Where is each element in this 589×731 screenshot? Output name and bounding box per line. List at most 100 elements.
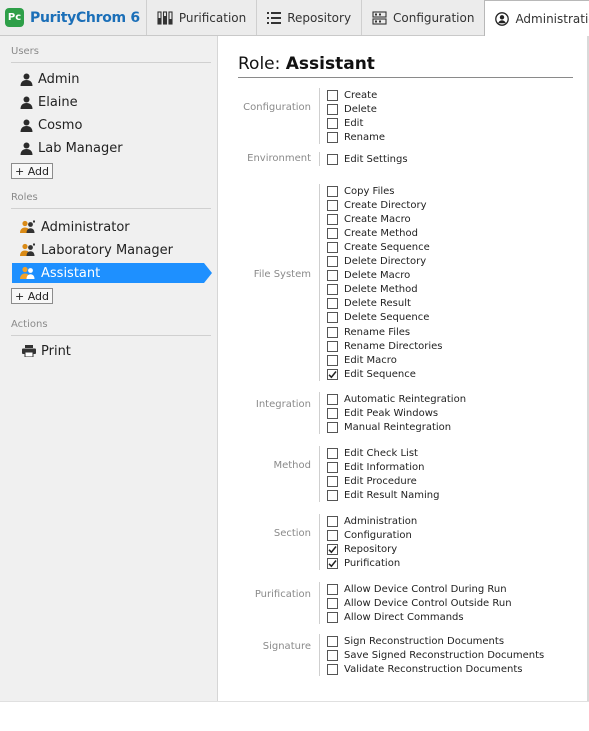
permission-label: Delete	[344, 103, 377, 115]
sidebar-item-user-admin[interactable]: Admin	[20, 69, 79, 89]
checkbox-unchecked[interactable]	[327, 227, 338, 239]
page-title: Role: Assistant	[238, 54, 375, 74]
permission-checkbox-row[interactable]: Edit Check List	[327, 446, 418, 460]
permission-checkbox-row[interactable]: Delete Sequence	[327, 311, 429, 325]
permission-checkbox-row[interactable]: Delete Macro	[327, 269, 410, 283]
printer-icon	[22, 345, 36, 357]
permission-checkbox-row[interactable]: Create	[327, 88, 377, 102]
permission-checkbox-row[interactable]: Purification	[327, 556, 400, 570]
permission-label: Administration	[344, 515, 418, 527]
permission-checkbox-row[interactable]: Delete Result	[327, 297, 411, 311]
permission-checkbox-row[interactable]: Configuration	[327, 528, 412, 542]
checkbox-unchecked[interactable]	[327, 326, 338, 338]
permission-checkbox-row[interactable]: Edit Macro	[327, 353, 397, 367]
checkbox-unchecked[interactable]	[327, 241, 338, 253]
checkbox-unchecked[interactable]	[327, 663, 338, 675]
divider	[11, 208, 211, 209]
permission-checkbox-row[interactable]: Repository	[327, 542, 397, 556]
permission-checkbox-row[interactable]: Edit Procedure	[327, 474, 417, 488]
checkbox-unchecked[interactable]	[327, 117, 338, 129]
permission-checkbox-row[interactable]: Create Method	[327, 226, 418, 240]
top-tab-bar: Pc PurityChrom 6 Purification Repository…	[0, 0, 589, 37]
tab-repository[interactable]: Repository	[256, 0, 361, 35]
permission-checkbox-row[interactable]: Manual Reintegration	[327, 420, 451, 434]
checkbox-unchecked[interactable]	[327, 340, 338, 352]
tab-purification[interactable]: Purification	[145, 0, 256, 35]
checkbox-unchecked[interactable]	[327, 270, 338, 282]
permission-checkbox-row[interactable]: Edit Information	[327, 460, 424, 474]
permission-checkbox-row[interactable]: Create Directory	[327, 198, 427, 212]
checkbox-unchecked[interactable]	[327, 354, 338, 366]
permission-checkbox-row[interactable]: Administration	[327, 514, 417, 528]
permission-checkbox-row[interactable]: Rename Files	[327, 325, 410, 339]
add-user-button[interactable]: + Add	[11, 163, 54, 179]
sidebar-item-role-administrator[interactable]: Administrator	[20, 217, 130, 237]
checkbox-unchecked[interactable]	[327, 515, 338, 527]
checkbox-unchecked[interactable]	[327, 298, 338, 310]
add-role-button[interactable]: + Add	[11, 288, 54, 304]
permission-checkbox-row[interactable]: Automatic Reintegration	[327, 392, 466, 406]
permission-checkbox-row[interactable]: Create Sequence	[327, 240, 430, 254]
checkbox-unchecked[interactable]	[327, 407, 338, 419]
checkbox-unchecked[interactable]	[327, 131, 338, 143]
sidebar-item-user-cosmo[interactable]: Cosmo	[20, 115, 82, 135]
permission-checkbox-row[interactable]: Allow Device Control Outside Run	[327, 596, 512, 610]
checkbox-unchecked[interactable]	[327, 284, 338, 296]
checkbox-unchecked[interactable]	[327, 461, 338, 473]
checkbox-unchecked[interactable]	[327, 649, 338, 661]
checkbox-unchecked[interactable]	[327, 529, 338, 541]
checkbox-unchecked[interactable]	[327, 185, 338, 197]
permission-checkbox-row[interactable]: Save Signed Reconstruction Documents	[327, 648, 544, 662]
checkbox-unchecked[interactable]	[327, 597, 338, 609]
checkbox-unchecked[interactable]	[327, 583, 338, 595]
print-action[interactable]: Print	[22, 341, 71, 361]
tab-label: Administration	[515, 11, 589, 26]
permission-checkbox-row[interactable]: Copy Files	[327, 184, 395, 198]
tab-configuration[interactable]: Configuration	[361, 0, 484, 35]
checkbox-checked[interactable]	[327, 543, 338, 555]
permission-checkbox-row[interactable]: Edit Sequence	[327, 367, 416, 381]
permission-checkbox-row[interactable]: Edit	[327, 116, 363, 130]
checkbox-checked[interactable]	[327, 557, 338, 569]
user-label: Lab Manager	[38, 140, 123, 156]
action-label: Print	[41, 343, 71, 359]
permission-checkbox-row[interactable]: Allow Direct Commands	[327, 610, 464, 624]
permission-checkbox-row[interactable]: Rename Directories	[327, 339, 443, 353]
group-divider	[319, 446, 320, 503]
checkbox-unchecked[interactable]	[327, 256, 338, 267]
permission-checkbox-row[interactable]: Edit Result Naming	[327, 488, 439, 502]
tab-administration[interactable]: Administration	[484, 0, 589, 37]
permission-label: Copy Files	[344, 185, 395, 197]
checkbox-unchecked[interactable]	[327, 89, 338, 101]
permission-checkbox-row[interactable]: Create Macro	[327, 212, 411, 226]
checkbox-unchecked[interactable]	[327, 421, 338, 433]
checkbox-unchecked[interactable]	[327, 447, 338, 459]
permission-checkbox-row[interactable]: Delete Directory	[327, 255, 426, 269]
permission-checkbox-row[interactable]: Sign Reconstruction Documents	[327, 634, 504, 648]
divider	[11, 335, 211, 336]
checkbox-unchecked[interactable]	[327, 635, 338, 647]
checkbox-checked[interactable]	[327, 368, 338, 380]
permission-checkbox-row[interactable]: Edit Peak Windows	[327, 406, 438, 420]
sidebar-item-user-lab-manager[interactable]: Lab Manager	[20, 138, 123, 158]
checkbox-unchecked[interactable]	[327, 489, 338, 501]
checkbox-unchecked[interactable]	[327, 611, 338, 623]
checkbox-unchecked[interactable]	[327, 312, 338, 324]
sidebar-item-role-assistant[interactable]: Assistant	[12, 263, 212, 283]
checkbox-unchecked[interactable]	[327, 103, 338, 115]
permission-checkbox-row[interactable]: Edit Settings	[327, 152, 408, 166]
sidebar-item-role-laboratory-manager[interactable]: Laboratory Manager	[20, 240, 173, 260]
permission-checkbox-row[interactable]: Delete Method	[327, 283, 418, 297]
checkbox-unchecked[interactable]	[327, 475, 338, 487]
group-divider	[319, 184, 320, 382]
permission-checkbox-row[interactable]: Allow Device Control During Run	[327, 582, 507, 596]
permission-group-label: Method	[273, 460, 311, 472]
checkbox-unchecked[interactable]	[327, 213, 338, 225]
sidebar-item-user-elaine[interactable]: Elaine	[20, 92, 78, 112]
checkbox-unchecked[interactable]	[327, 199, 338, 211]
checkbox-unchecked[interactable]	[327, 393, 338, 405]
permission-checkbox-row[interactable]: Validate Reconstruction Documents	[327, 662, 523, 676]
permission-checkbox-row[interactable]: Rename	[327, 130, 385, 144]
permission-checkbox-row[interactable]: Delete	[327, 102, 377, 116]
checkbox-unchecked[interactable]	[327, 153, 338, 165]
